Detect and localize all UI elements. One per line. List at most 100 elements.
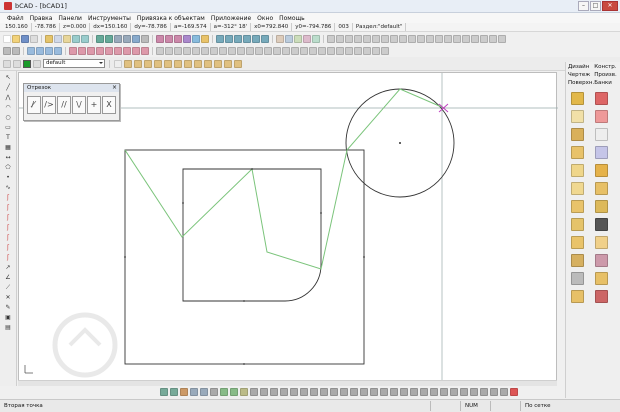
spline-icon[interactable]: ∿ [3, 184, 13, 191]
tab-design[interactable]: Дизайн [568, 64, 594, 70]
line-x-icon[interactable]: X [102, 96, 116, 114]
back-icon[interactable] [3, 60, 11, 68]
snap-intersection-icon[interactable] [243, 35, 251, 43]
panel-close-icon[interactable]: × [112, 84, 117, 92]
leader-icon[interactable]: ↗ [3, 264, 13, 271]
hatch-icon[interactable]: ▦ [3, 144, 13, 151]
tool2-o-icon[interactable] [282, 47, 290, 55]
layer-8-icon[interactable] [194, 60, 202, 68]
panel-tool-4-icon[interactable] [595, 110, 608, 123]
color-swatch[interactable] [23, 60, 31, 68]
panel-tool-20-icon[interactable] [595, 254, 608, 267]
offset-icon[interactable] [105, 47, 113, 55]
tool2-n-icon[interactable] [273, 47, 281, 55]
panel-tool-16-icon[interactable] [595, 218, 608, 231]
curve-2-icon[interactable]: ʃ [3, 204, 13, 211]
tab-construction[interactable]: Констр. [594, 64, 618, 70]
tool2-r-icon[interactable] [309, 47, 317, 55]
layer-12-icon[interactable] [234, 60, 242, 68]
ortho-icon[interactable] [303, 35, 311, 43]
object-15-icon[interactable] [300, 388, 308, 396]
view-left-icon[interactable] [174, 35, 182, 43]
insert-icon[interactable] [36, 47, 44, 55]
layer-6-icon[interactable] [174, 60, 182, 68]
tool2-g-icon[interactable] [210, 47, 218, 55]
regenerate-icon[interactable] [141, 35, 149, 43]
object-35-icon[interactable] [500, 388, 508, 396]
group-icon[interactable] [54, 47, 62, 55]
stop-icon[interactable] [510, 388, 518, 396]
trim-icon[interactable] [114, 47, 122, 55]
panel-tool-13-icon[interactable] [571, 200, 584, 213]
menu-help[interactable]: Помощь [276, 15, 308, 22]
tool2-u-icon[interactable] [336, 47, 344, 55]
arc-icon[interactable]: ◠ [3, 104, 13, 111]
tool-j-icon[interactable] [408, 35, 416, 43]
layer-toggle-icon[interactable]: ▣ [3, 314, 13, 321]
menu-snap[interactable]: Привязка к объектам [134, 15, 208, 22]
curve-3-icon[interactable]: ʃ [3, 214, 13, 221]
tool2-l-icon[interactable] [255, 47, 263, 55]
open-file-icon[interactable] [12, 35, 20, 43]
erase-icon[interactable]: ✕ [3, 294, 13, 301]
zoom-window-icon[interactable] [114, 35, 122, 43]
object-18-icon[interactable] [330, 388, 338, 396]
object-21-icon[interactable] [360, 388, 368, 396]
menu-application[interactable]: Приложение [208, 15, 254, 22]
tool2-q-icon[interactable] [300, 47, 308, 55]
circle-icon[interactable]: ○ [3, 114, 13, 121]
panel-tool-19-icon[interactable] [571, 254, 584, 267]
panel-tool-14-icon[interactable] [595, 200, 608, 213]
line-cross-icon[interactable]: + [87, 96, 101, 114]
zoom-all-icon[interactable] [123, 35, 131, 43]
object-33-icon[interactable] [480, 388, 488, 396]
measure-icon[interactable] [312, 35, 320, 43]
object-34-icon[interactable] [490, 388, 498, 396]
layers-icon[interactable] [276, 35, 284, 43]
line-style-icon[interactable] [114, 60, 122, 68]
tool2-s-icon[interactable] [318, 47, 326, 55]
tool2-h-icon[interactable] [219, 47, 227, 55]
shade-icon[interactable] [201, 35, 209, 43]
object-8-icon[interactable] [230, 388, 238, 396]
cut-icon[interactable] [45, 35, 53, 43]
object-11-icon[interactable] [260, 388, 268, 396]
text-icon[interactable]: T [3, 134, 13, 141]
move-icon[interactable] [12, 47, 20, 55]
panel-tool-17-icon[interactable] [571, 236, 584, 249]
tool-f-icon[interactable] [372, 35, 380, 43]
select-icon[interactable] [3, 47, 11, 55]
color-dropdown-icon[interactable] [33, 60, 41, 68]
snap-mid-icon[interactable] [225, 35, 233, 43]
tool2-z-icon[interactable] [381, 47, 389, 55]
panel-tool-18-icon[interactable] [595, 236, 608, 249]
chamfer-icon[interactable] [141, 47, 149, 55]
tool2-v-icon[interactable] [345, 47, 353, 55]
object-24-icon[interactable] [390, 388, 398, 396]
line-parallel-icon[interactable]: // [57, 96, 71, 114]
rotate-icon[interactable] [78, 47, 86, 55]
tool-r-icon[interactable] [480, 35, 488, 43]
tool2-t-icon[interactable] [327, 47, 335, 55]
curve-5-icon[interactable]: ʃ [3, 234, 13, 241]
save-icon[interactable] [21, 35, 29, 43]
panel-tool-2-icon[interactable] [595, 92, 608, 105]
polygon-icon[interactable]: ⬠ [3, 164, 13, 171]
tab-surfaces[interactable]: Поверхн. [568, 80, 594, 86]
tool-m-icon[interactable] [435, 35, 443, 43]
tool2-f-icon[interactable] [201, 47, 209, 55]
pen-icon[interactable] [13, 60, 21, 68]
tool2-b-icon[interactable] [165, 47, 173, 55]
zoom-in-icon[interactable] [96, 35, 104, 43]
layer-10-icon[interactable] [214, 60, 222, 68]
tool2-c-icon[interactable] [174, 47, 182, 55]
object-2-icon[interactable] [170, 388, 178, 396]
object-14-icon[interactable] [290, 388, 298, 396]
tool2-k-icon[interactable] [246, 47, 254, 55]
tool-k-icon[interactable] [417, 35, 425, 43]
panel-tool-23-icon[interactable] [571, 290, 584, 303]
object-25-icon[interactable] [400, 388, 408, 396]
curve-6-icon[interactable]: ʃ [3, 244, 13, 251]
object-26-icon[interactable] [410, 388, 418, 396]
zoom-out-icon[interactable] [105, 35, 113, 43]
